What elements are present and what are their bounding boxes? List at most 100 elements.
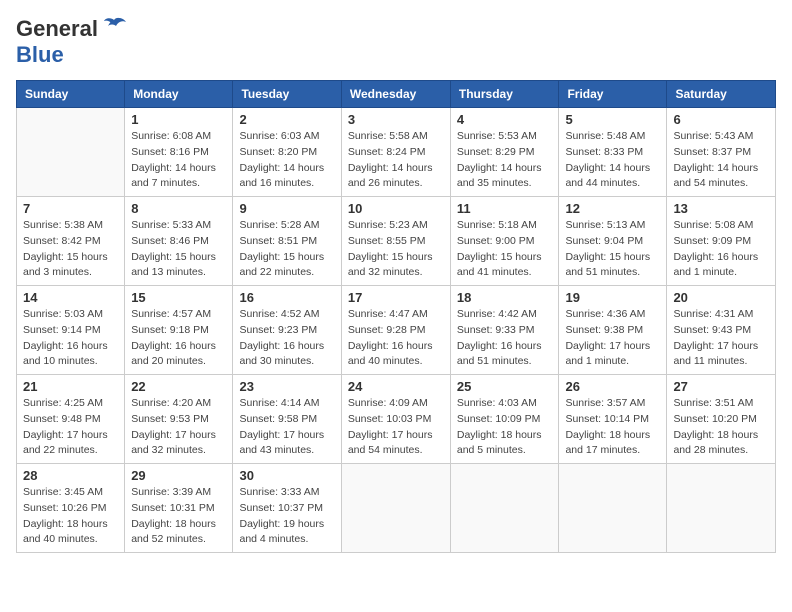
day-number: 21: [23, 379, 118, 394]
day-info: Sunrise: 4:14 AM Sunset: 9:58 PM Dayligh…: [239, 396, 334, 459]
calendar-cell: 19 Sunrise: 4:36 AM Sunset: 9:38 PM Dayli…: [559, 286, 667, 375]
calendar-cell: 26Sunrise: 3:57 AM Sunset: 10:14 PM Dayl…: [559, 375, 667, 464]
day-info: Sunrise: 6:08 AM Sunset: 8:16 PM Dayligh…: [131, 129, 226, 192]
calendar-cell: 14 Sunrise: 5:03 AM Sunset: 9:14 PM Dayli…: [17, 286, 125, 375]
calendar-cell: 11 Sunrise: 5:18 AM Sunset: 9:00 PM Dayli…: [450, 197, 559, 286]
calendar-cell: 4 Sunrise: 5:53 AM Sunset: 8:29 PM Daylig…: [450, 108, 559, 197]
logo-bird-icon: [100, 16, 128, 38]
calendar-cell: 22Sunrise: 4:20 AM Sunset: 9:53 PM Dayli…: [125, 375, 233, 464]
calendar-cell: 28 Sunrise: 3:45 AM Sunset: 10:26 PM Dayl…: [17, 464, 125, 553]
day-info: Sunrise: 5:13 AM Sunset: 9:04 PM Dayligh…: [565, 218, 660, 281]
day-info: Sunrise: 4:36 AM Sunset: 9:38 PM Dayligh…: [565, 307, 660, 370]
day-number: 28: [23, 468, 118, 483]
calendar-cell: 7 Sunrise: 5:38 AM Sunset: 8:42 PM Daylig…: [17, 197, 125, 286]
calendar-cell: 17 Sunrise: 4:47 AM Sunset: 9:28 PM Dayli…: [341, 286, 450, 375]
logo-blue: Blue: [16, 42, 64, 67]
day-number: 14: [23, 290, 118, 305]
day-number: 8: [131, 201, 226, 216]
week-row-1: 1 Sunrise: 6:08 AM Sunset: 8:16 PM Daylig…: [17, 108, 776, 197]
calendar-cell: 3 Sunrise: 5:58 AM Sunset: 8:24 PM Daylig…: [341, 108, 450, 197]
calendar-cell: 5 Sunrise: 5:48 AM Sunset: 8:33 PM Daylig…: [559, 108, 667, 197]
calendar-cell: [341, 464, 450, 553]
day-number: 13: [673, 201, 769, 216]
calendar-cell: [17, 108, 125, 197]
day-info: Sunrise: 4:31 AM Sunset: 9:43 PM Dayligh…: [673, 307, 769, 370]
weekday-header-sunday: Sunday: [17, 81, 125, 108]
calendar-cell: 12Sunrise: 5:13 AM Sunset: 9:04 PM Dayli…: [559, 197, 667, 286]
day-info: Sunrise: 5:58 AM Sunset: 8:24 PM Dayligh…: [348, 129, 444, 192]
day-info: Sunrise: 4:25 AM Sunset: 9:48 PM Dayligh…: [23, 396, 118, 459]
calendar-cell: 8Sunrise: 5:33 AM Sunset: 8:46 PM Daylig…: [125, 197, 233, 286]
day-number: 25: [457, 379, 553, 394]
day-number: 16: [239, 290, 334, 305]
calendar-cell: [559, 464, 667, 553]
day-info: Sunrise: 3:39 AM Sunset: 10:31 PM Daylig…: [131, 485, 226, 548]
calendar-cell: 25 Sunrise: 4:03 AM Sunset: 10:09 PM Dayl…: [450, 375, 559, 464]
day-info: Sunrise: 4:47 AM Sunset: 9:28 PM Dayligh…: [348, 307, 444, 370]
day-number: 29: [131, 468, 226, 483]
day-info: Sunrise: 5:48 AM Sunset: 8:33 PM Dayligh…: [565, 129, 660, 192]
day-number: 6: [673, 112, 769, 127]
calendar-cell: [450, 464, 559, 553]
weekday-header-thursday: Thursday: [450, 81, 559, 108]
day-number: 10: [348, 201, 444, 216]
day-number: 4: [457, 112, 553, 127]
calendar-cell: 29 Sunrise: 3:39 AM Sunset: 10:31 PM Dayl…: [125, 464, 233, 553]
day-info: Sunrise: 5:38 AM Sunset: 8:42 PM Dayligh…: [23, 218, 118, 281]
logo-general: General: [16, 16, 98, 42]
day-info: Sunrise: 5:43 AM Sunset: 8:37 PM Dayligh…: [673, 129, 769, 192]
day-info: Sunrise: 4:42 AM Sunset: 9:33 PM Dayligh…: [457, 307, 553, 370]
day-number: 24: [348, 379, 444, 394]
day-number: 11: [457, 201, 553, 216]
weekday-header-saturday: Saturday: [667, 81, 776, 108]
calendar-cell: 23 Sunrise: 4:14 AM Sunset: 9:58 PM Dayli…: [233, 375, 341, 464]
calendar-cell: 6 Sunrise: 5:43 AM Sunset: 8:37 PM Daylig…: [667, 108, 776, 197]
day-info: Sunrise: 5:28 AM Sunset: 8:51 PM Dayligh…: [239, 218, 334, 281]
week-row-2: 7 Sunrise: 5:38 AM Sunset: 8:42 PM Daylig…: [17, 197, 776, 286]
day-info: Sunrise: 4:20 AM Sunset: 9:53 PM Dayligh…: [131, 396, 226, 459]
day-number: 15: [131, 290, 226, 305]
day-info: Sunrise: 5:53 AM Sunset: 8:29 PM Dayligh…: [457, 129, 553, 192]
day-info: Sunrise: 5:03 AM Sunset: 9:14 PM Dayligh…: [23, 307, 118, 370]
calendar-cell: 20 Sunrise: 4:31 AM Sunset: 9:43 PM Dayli…: [667, 286, 776, 375]
logo: General Blue: [16, 16, 128, 68]
calendar-cell: 1 Sunrise: 6:08 AM Sunset: 8:16 PM Daylig…: [125, 108, 233, 197]
day-info: Sunrise: 3:51 AM Sunset: 10:20 PM Daylig…: [673, 396, 769, 459]
day-number: 19: [565, 290, 660, 305]
weekday-header-tuesday: Tuesday: [233, 81, 341, 108]
day-info: Sunrise: 4:03 AM Sunset: 10:09 PM Daylig…: [457, 396, 553, 459]
weekday-header-friday: Friday: [559, 81, 667, 108]
day-number: 23: [239, 379, 334, 394]
calendar-cell: [667, 464, 776, 553]
calendar-cell: 13 Sunrise: 5:08 AM Sunset: 9:09 PM Dayli…: [667, 197, 776, 286]
weekday-header-row: SundayMondayTuesdayWednesdayThursdayFrid…: [17, 81, 776, 108]
day-number: 3: [348, 112, 444, 127]
day-number: 5: [565, 112, 660, 127]
calendar-body: 1 Sunrise: 6:08 AM Sunset: 8:16 PM Daylig…: [17, 108, 776, 553]
day-number: 9: [239, 201, 334, 216]
day-info: Sunrise: 4:52 AM Sunset: 9:23 PM Dayligh…: [239, 307, 334, 370]
day-number: 2: [239, 112, 334, 127]
day-info: Sunrise: 3:57 AM Sunset: 10:14 PM Daylig…: [565, 396, 660, 459]
week-row-4: 21 Sunrise: 4:25 AM Sunset: 9:48 PM Dayli…: [17, 375, 776, 464]
calendar-cell: 18 Sunrise: 4:42 AM Sunset: 9:33 PM Dayli…: [450, 286, 559, 375]
calendar-cell: 2 Sunrise: 6:03 AM Sunset: 8:20 PM Daylig…: [233, 108, 341, 197]
day-number: 20: [673, 290, 769, 305]
week-row-5: 28 Sunrise: 3:45 AM Sunset: 10:26 PM Dayl…: [17, 464, 776, 553]
day-info: Sunrise: 5:18 AM Sunset: 9:00 PM Dayligh…: [457, 218, 553, 281]
day-number: 27: [673, 379, 769, 394]
day-info: Sunrise: 6:03 AM Sunset: 8:20 PM Dayligh…: [239, 129, 334, 192]
day-info: Sunrise: 3:33 AM Sunset: 10:37 PM Daylig…: [239, 485, 334, 548]
day-info: Sunrise: 5:08 AM Sunset: 9:09 PM Dayligh…: [673, 218, 769, 281]
day-info: Sunrise: 4:57 AM Sunset: 9:18 PM Dayligh…: [131, 307, 226, 370]
day-number: 1: [131, 112, 226, 127]
weekday-header-monday: Monday: [125, 81, 233, 108]
day-number: 17: [348, 290, 444, 305]
calendar-cell: 21 Sunrise: 4:25 AM Sunset: 9:48 PM Dayli…: [17, 375, 125, 464]
weekday-header-wednesday: Wednesday: [341, 81, 450, 108]
day-number: 18: [457, 290, 553, 305]
day-info: Sunrise: 3:45 AM Sunset: 10:26 PM Daylig…: [23, 485, 118, 548]
calendar-cell: 9 Sunrise: 5:28 AM Sunset: 8:51 PM Daylig…: [233, 197, 341, 286]
day-number: 7: [23, 201, 118, 216]
calendar-table: SundayMondayTuesdayWednesdayThursdayFrid…: [16, 80, 776, 553]
